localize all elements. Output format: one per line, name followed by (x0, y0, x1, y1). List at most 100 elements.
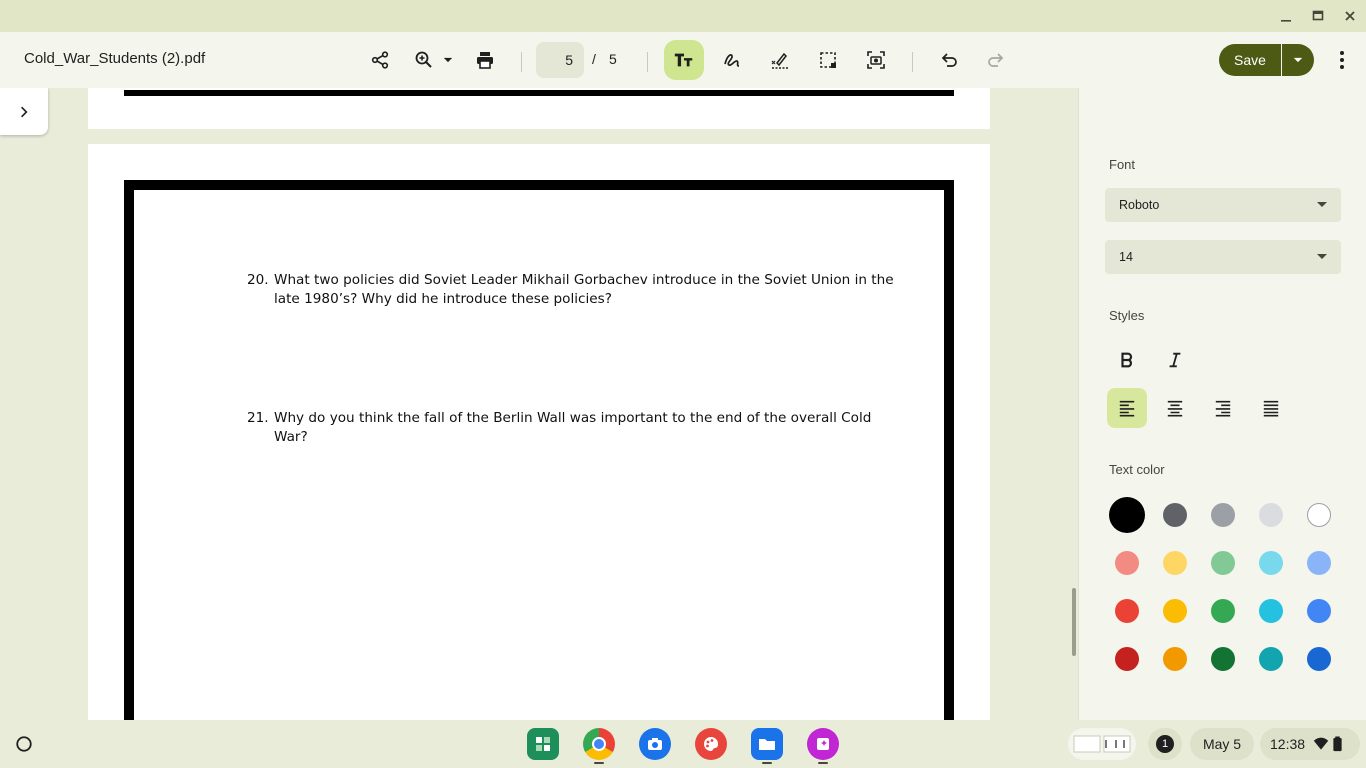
color-swatch[interactable] (1211, 503, 1235, 527)
font-select-value: Roboto (1119, 198, 1160, 212)
color-swatch[interactable] (1163, 599, 1187, 623)
color-swatch[interactable] (1259, 599, 1283, 623)
maximize-icon[interactable] (1308, 6, 1328, 26)
system-shelf: 1 May 5 12:38 (0, 720, 1366, 768)
bold-button[interactable] (1107, 340, 1147, 380)
chevron-right-icon (21, 106, 28, 117)
color-swatch[interactable] (1115, 647, 1139, 671)
color-swatch[interactable] (1307, 503, 1331, 527)
share-icon[interactable] (364, 44, 396, 76)
align-justify-icon (1263, 400, 1279, 417)
sidebar-toggle-button[interactable] (0, 88, 48, 135)
battery-icon (1333, 736, 1342, 752)
font-select[interactable]: Roboto (1105, 188, 1341, 222)
camera-app-icon[interactable] (639, 728, 671, 760)
minimize-icon[interactable] (1276, 6, 1296, 26)
color-swatch[interactable] (1307, 599, 1331, 623)
align-left-button[interactable] (1107, 388, 1147, 428)
align-right-icon (1215, 400, 1231, 417)
chevron-down-icon (1317, 202, 1327, 207)
question-number: 21. (247, 410, 269, 426)
holding-space-thumbnail[interactable] (1068, 728, 1136, 760)
app-running-indicator (594, 762, 604, 764)
color-swatch[interactable] (1163, 503, 1187, 527)
color-swatch[interactable] (1163, 551, 1187, 575)
justify-button[interactable] (1251, 388, 1291, 428)
window-titlebar (0, 0, 1366, 32)
text-annotation-button[interactable] (664, 40, 704, 80)
status-area[interactable]: 12:38 (1260, 728, 1360, 760)
bold-icon (1121, 352, 1133, 368)
styles-label: Styles (1109, 308, 1145, 323)
clock-time: 12:38 (1270, 736, 1306, 752)
pdf-toolbar: Cold_War_Students (2).pdf 5 / 5 Save (0, 32, 1366, 88)
question-line: Why do you think the fall of the Berlin … (274, 410, 872, 426)
calculator-app-icon[interactable] (527, 728, 559, 760)
question-line: late 1980’s? Why did he introduce these … (274, 291, 612, 307)
color-swatch[interactable] (1115, 599, 1139, 623)
chevron-down-icon (1293, 57, 1303, 63)
document-viewer[interactable]: 20. What two policies did Soviet Leader … (0, 88, 1078, 720)
color-swatch[interactable] (1211, 599, 1235, 623)
save-button[interactable]: Save (1219, 44, 1281, 76)
toolbar-divider (912, 52, 913, 72)
question-number: 20. (247, 272, 269, 288)
text-tool-icon (674, 53, 693, 67)
gallery-app-icon[interactable] (807, 728, 839, 760)
color-swatch[interactable] (1259, 647, 1283, 671)
page-separator: / (592, 51, 596, 67)
previous-page (88, 88, 990, 129)
color-swatch[interactable] (1259, 503, 1283, 527)
chrome-app-icon[interactable] (583, 728, 615, 760)
undo-icon[interactable] (933, 44, 965, 76)
signature-icon[interactable] (764, 44, 796, 76)
question-text: What two policies did Soviet Leader Mikh… (274, 271, 894, 309)
pdf-page: 20. What two policies did Soviet Leader … (88, 144, 990, 720)
launcher-icon[interactable] (12, 732, 36, 756)
color-swatch[interactable] (1307, 551, 1331, 575)
font-size-select[interactable]: 14 (1105, 240, 1341, 274)
font-size-value: 14 (1119, 250, 1133, 264)
question-text: Why do you think the fall of the Berlin … (274, 409, 894, 447)
question-line: What two policies did Soviet Leader Mikh… (274, 272, 894, 288)
save-options-button[interactable] (1282, 44, 1314, 76)
date-display[interactable]: May 5 (1190, 728, 1254, 760)
redo-icon[interactable] (980, 44, 1012, 76)
more-options-icon[interactable] (1330, 46, 1354, 74)
document-title: Cold_War_Students (2).pdf (24, 50, 206, 67)
color-swatch[interactable] (1115, 551, 1139, 575)
page-number-input[interactable]: 5 (536, 42, 584, 78)
question-line: War? (274, 429, 308, 445)
align-right-button[interactable] (1203, 388, 1243, 428)
notification-badge[interactable]: 1 (1148, 728, 1182, 760)
italic-icon (1169, 352, 1181, 368)
page-total: 5 (609, 51, 617, 67)
color-swatch[interactable] (1307, 647, 1331, 671)
page-border (124, 180, 954, 720)
print-icon[interactable] (469, 44, 501, 76)
align-center-icon (1167, 400, 1183, 417)
color-swatch[interactable] (1211, 551, 1235, 575)
toolbar-divider (647, 52, 648, 72)
wifi-icon (1313, 737, 1329, 750)
screenshot-text-icon[interactable] (860, 44, 892, 76)
color-swatch[interactable] (1259, 551, 1283, 575)
color-swatch[interactable] (1109, 497, 1145, 533)
color-swatch[interactable] (1163, 647, 1187, 671)
page-border (124, 90, 954, 96)
app-running-indicator (818, 762, 828, 764)
select-region-icon[interactable] (812, 44, 844, 76)
toolbar-divider (521, 52, 522, 72)
close-icon[interactable] (1340, 6, 1360, 26)
zoom-dropdown-icon[interactable] (434, 44, 462, 76)
align-left-icon (1119, 400, 1135, 417)
italic-button[interactable] (1155, 340, 1195, 380)
notification-count: 1 (1156, 735, 1174, 753)
color-swatch[interactable] (1211, 647, 1235, 671)
paint-app-icon[interactable] (695, 728, 727, 760)
scrollbar-thumb[interactable] (1072, 588, 1076, 656)
files-app-icon[interactable] (751, 728, 783, 760)
align-center-button[interactable] (1155, 388, 1195, 428)
chevron-down-icon (1317, 254, 1327, 259)
draw-icon[interactable] (716, 44, 748, 76)
